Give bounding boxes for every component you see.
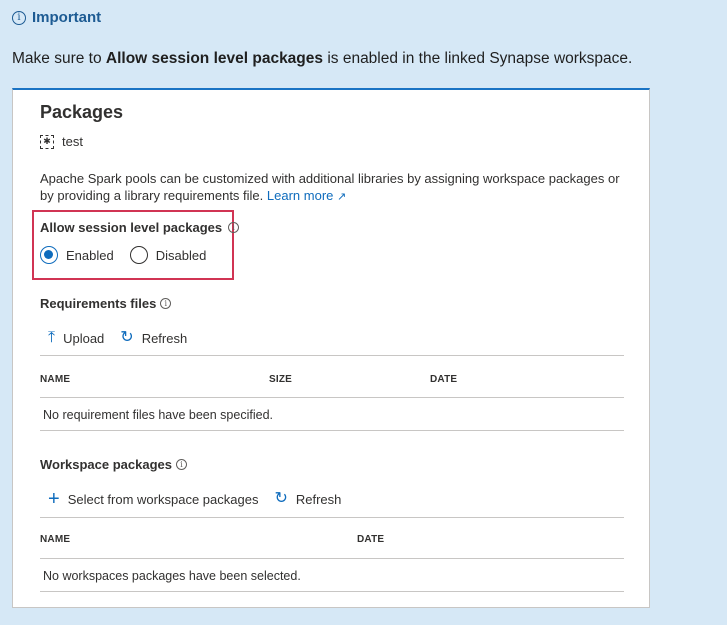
column-header-date[interactable]: DATE [357, 534, 384, 545]
pool-name: test [62, 134, 83, 149]
learn-more-link[interactable]: Learn more ↗ [267, 188, 346, 203]
divider [40, 397, 624, 398]
column-header-size[interactable]: SIZE [269, 374, 292, 385]
packages-panel: Packages ✱ test Apache Spark pools can b… [12, 88, 650, 608]
radio-enabled[interactable]: Enabled [40, 246, 114, 264]
column-header-date[interactable]: DATE [430, 374, 457, 385]
session-packages-label: Allow session level packages i [40, 220, 240, 235]
radio-disabled[interactable]: Disabled [129, 246, 207, 264]
radio-disabled-label: Disabled [155, 247, 207, 263]
spark-pool-row: ✱ test [40, 134, 83, 149]
session-packages-radio-group: Enabled Disabled [40, 246, 206, 264]
workspace-packages-label: Workspace packages i [40, 457, 187, 472]
refresh-icon: ↻ [120, 329, 134, 346]
important-callout-heading: i Important [12, 9, 101, 26]
external-link-icon: ↗ [337, 191, 347, 203]
select-workspace-packages-button[interactable]: + Select from workspace packages [48, 488, 258, 510]
requirements-files-label: Requirements files i [40, 296, 172, 311]
panel-title: Packages [40, 102, 124, 122]
divider [40, 591, 624, 592]
radio-enabled-label: Enabled [66, 247, 114, 263]
panel-description: Apache Spark pools can be customized wit… [40, 171, 620, 203]
column-header-name[interactable]: NAME [40, 534, 70, 545]
callout-setting-name: Allow session level packages [105, 50, 324, 67]
refresh-workspace-button[interactable]: ↻ Refresh [274, 491, 341, 507]
callout-heading-text: Important [32, 9, 102, 26]
column-header-name[interactable]: NAME [40, 374, 70, 385]
workspace-toolbar: + Select from workspace packages ↻ Refre… [48, 488, 341, 510]
plus-icon: + [48, 488, 60, 510]
divider [40, 558, 624, 559]
radio-disabled-circle[interactable] [129, 246, 148, 264]
spark-pool-icon: ✱ [40, 134, 54, 149]
divider [40, 355, 624, 356]
info-icon: i [12, 10, 26, 25]
callout-message: Make sure to Allow session level package… [12, 50, 633, 67]
requirements-empty-message: No requirement files have been specified… [43, 408, 273, 422]
info-icon[interactable]: i [160, 298, 172, 309]
workspace-empty-message: No workspaces packages have been selecte… [43, 569, 301, 583]
requirements-toolbar: ⤒ Upload ↻ Refresh [48, 330, 187, 346]
divider [40, 517, 624, 518]
refresh-requirements-button[interactable]: ↻ Refresh [120, 330, 187, 346]
divider [40, 430, 624, 431]
info-icon[interactable]: i [176, 459, 187, 470]
info-icon[interactable]: i [228, 222, 240, 233]
radio-enabled-circle[interactable] [40, 246, 58, 264]
upload-button[interactable]: ⤒ Upload [48, 330, 104, 346]
upload-icon: ⤒ [48, 329, 56, 346]
refresh-icon: ↻ [274, 490, 288, 507]
